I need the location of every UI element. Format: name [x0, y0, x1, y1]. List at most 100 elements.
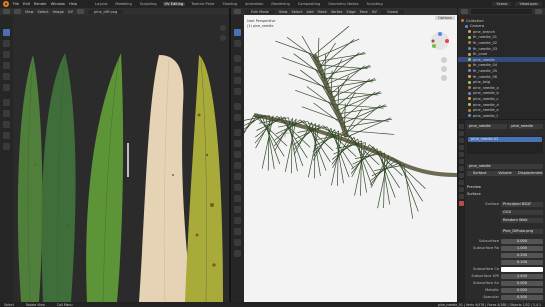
tab-texture-paint[interactable]: Texture Paint [189, 2, 216, 6]
outliner-item[interactable]: pine_needle [458, 57, 545, 63]
outliner-item[interactable]: Camera [458, 24, 545, 29]
outliner-item[interactable]: pine_needle_d [458, 102, 545, 107]
rip-region-tool-icon[interactable] [234, 250, 241, 257]
view-layer-selector[interactable]: ViewLayer [515, 2, 542, 6]
filter-icon[interactable] [535, 9, 542, 14]
material-tab-icon[interactable] [459, 201, 464, 206]
vp-cursor-tool-icon[interactable] [234, 40, 241, 47]
surface-shader-field[interactable]: Principled BSDF [501, 201, 543, 207]
object-tab-icon[interactable] [459, 166, 464, 171]
knife-tool-icon[interactable] [234, 173, 241, 180]
outliner-item[interactable]: fir_needle_03 [458, 46, 545, 51]
outliner-item[interactable]: pine_twig [458, 80, 545, 85]
material-name-breadcrumb[interactable]: pine_needle [509, 123, 543, 129]
property-value-field[interactable]: 1.400 [501, 273, 543, 279]
3d-viewport[interactable]: User Perspective (1) pine_needle Options [244, 15, 457, 302]
editor-type-icon[interactable] [3, 9, 10, 14]
preview-section[interactable]: Preview [467, 184, 543, 190]
smooth-tool-icon[interactable] [234, 206, 241, 213]
loop-cut-tool-icon[interactable] [234, 162, 241, 169]
uv-menu-select[interactable]: Select [38, 10, 49, 14]
tab-geometry-nodes[interactable]: Geometry Nodes [326, 2, 360, 6]
material-slot-list[interactable]: pine_needle.02 [467, 136, 543, 154]
vp-menu-select[interactable]: Select [291, 10, 302, 14]
rip-tool-icon[interactable] [3, 143, 10, 150]
uv-menu-view[interactable]: View [25, 10, 34, 14]
relax-tool-icon[interactable] [3, 121, 10, 128]
tab-layout[interactable]: Layout [93, 2, 109, 6]
menu-edit[interactable]: Edit [23, 2, 30, 6]
outliner-search-input[interactable] [471, 9, 532, 14]
outliner-item[interactable]: Collection [458, 18, 545, 23]
transform-orientation[interactable]: Global [380, 9, 405, 14]
scene-tab-icon[interactable] [459, 152, 464, 157]
property-value-field[interactable]: 0.100 [501, 259, 543, 265]
property-value-field[interactable]: 1.000 [501, 245, 543, 251]
scale-tool-icon[interactable] [3, 73, 10, 80]
outliner-item[interactable]: fir_needle_04 [458, 63, 545, 68]
render-tab-icon[interactable] [459, 131, 464, 136]
uv-menu-image[interactable]: Image [53, 10, 64, 14]
tab-displacement[interactable]: Displacement [517, 170, 543, 176]
annotate-tool-icon[interactable] [3, 99, 10, 106]
uv-select-mode-icon[interactable] [14, 9, 21, 14]
outliner-item[interactable]: fir_cone [458, 52, 545, 57]
material-slot-item[interactable]: pine_needle.02 [468, 137, 542, 142]
vp-rotate-tool-icon[interactable] [234, 66, 241, 73]
outliner-item[interactable]: fir_needle_05 [458, 68, 545, 73]
vp-menu-add[interactable]: Add [307, 10, 314, 14]
outliner-editor-type-icon[interactable] [461, 9, 468, 14]
tab-uv-editing[interactable]: UV Editing [162, 2, 186, 6]
menu-window[interactable]: Window [51, 2, 65, 6]
particles-tab-icon[interactable] [459, 180, 464, 185]
outliner-item[interactable]: pine_needle_a [458, 85, 545, 90]
modifier-tab-icon[interactable] [459, 173, 464, 178]
view-layer-tab-icon[interactable] [459, 145, 464, 150]
tool-tab-icon[interactable] [459, 124, 464, 129]
image-name-field[interactable]: pine_diff.png [87, 9, 124, 14]
surface-section[interactable]: Surface [467, 191, 543, 197]
tab-modeling[interactable]: Modeling [113, 2, 133, 6]
physics-tab-icon[interactable] [459, 187, 464, 192]
vp-menu-vertex[interactable]: Vertex [331, 10, 343, 14]
material-datablock-field[interactable]: pine_needle [467, 163, 543, 169]
vp-move-tool-icon[interactable] [234, 55, 241, 62]
vp-select-tool-icon[interactable] [234, 29, 241, 36]
output-tab-icon[interactable] [459, 138, 464, 143]
vp-transform-tool-icon[interactable] [234, 88, 241, 95]
outliner-item[interactable]: fir_needle_06 [458, 74, 545, 79]
vp-menu-view[interactable]: View [279, 10, 288, 14]
edge-slide-tool-icon[interactable] [234, 217, 241, 224]
vp-menu-edge[interactable]: Edge [347, 10, 356, 14]
outliner-item[interactable]: pine_branch [458, 29, 545, 34]
subsurface-color-swatch[interactable] [501, 266, 543, 272]
select-tool-icon[interactable] [3, 29, 10, 36]
vp-measure-tool-icon[interactable] [234, 114, 241, 121]
outliner-item[interactable]: pine_needle_e [458, 108, 545, 113]
data-tab-icon[interactable] [459, 194, 464, 199]
inset-tool-icon[interactable] [234, 140, 241, 147]
property-value-field[interactable]: 0.000 [501, 280, 543, 286]
vp-scale-tool-icon[interactable] [234, 77, 241, 84]
world-tab-icon[interactable] [459, 159, 464, 164]
uv-image-canvas[interactable] [13, 15, 229, 302]
mode-selector[interactable]: Edit Mode [245, 9, 275, 14]
grab-tool-icon[interactable] [3, 110, 10, 117]
menu-file[interactable]: File [13, 2, 19, 6]
property-value-field[interactable]: 0.200 [501, 252, 543, 258]
tab-surface[interactable]: Surface [467, 170, 493, 176]
vp-menu-mesh[interactable]: Mesh [318, 10, 327, 14]
distribution-dropdown[interactable]: GGX [501, 209, 543, 215]
tab-rendering[interactable]: Rendering [269, 2, 291, 6]
extrude-tool-icon[interactable] [234, 129, 241, 136]
property-value-field[interactable]: 0.000 [501, 287, 543, 293]
bevel-tool-icon[interactable] [234, 151, 241, 158]
spin-tool-icon[interactable] [234, 195, 241, 202]
menu-help[interactable]: Help [69, 2, 77, 6]
shear-tool-icon[interactable] [234, 239, 241, 246]
shrink-tool-icon[interactable] [234, 228, 241, 235]
pivot-icon[interactable] [76, 9, 84, 14]
hand-pan-icon[interactable] [220, 35, 226, 41]
menu-render[interactable]: Render [34, 2, 47, 6]
move-tool-icon[interactable] [3, 51, 10, 58]
